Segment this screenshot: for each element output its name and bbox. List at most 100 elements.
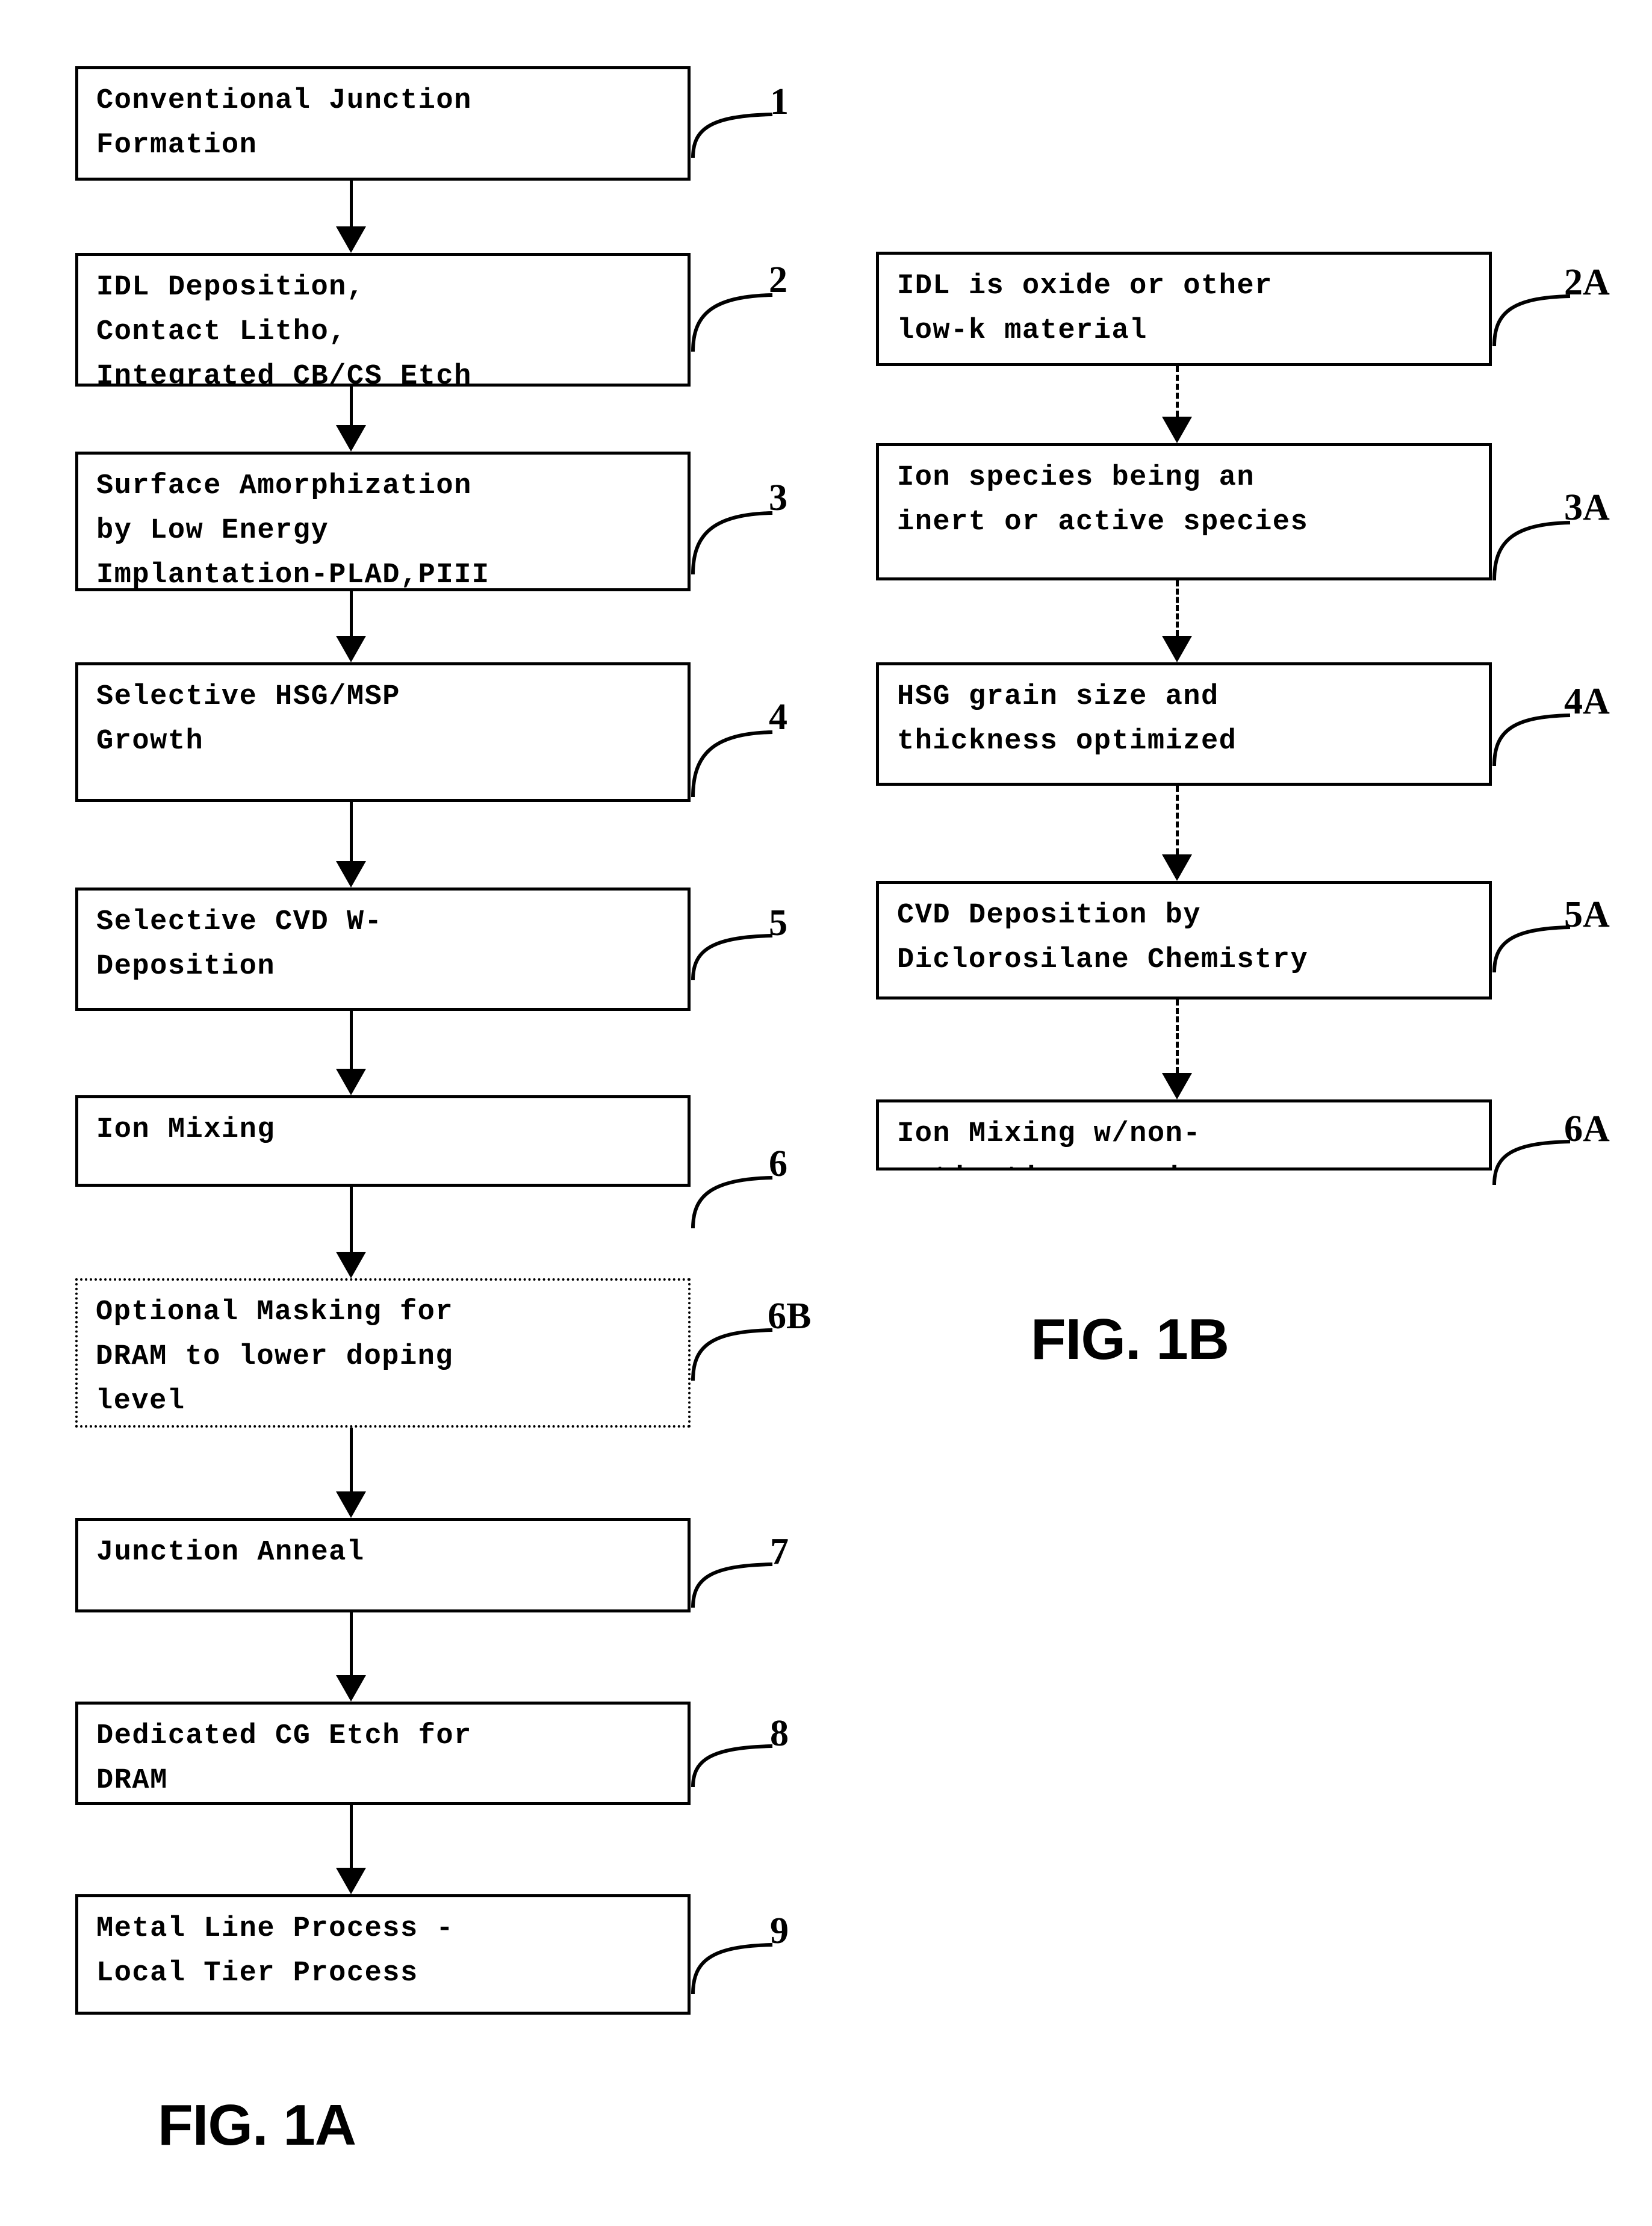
flow-arrow-5a-to-6a	[1162, 1000, 1192, 1099]
arrow-shaft	[350, 1428, 353, 1491]
arrow-shaft	[1176, 786, 1179, 854]
arrow-shaft	[350, 387, 353, 425]
process-step-text-6b: Optional Masking for DRAM to lower dopin…	[96, 1296, 454, 1417]
arrow-head	[336, 1069, 366, 1095]
arrow-shaft	[350, 181, 353, 226]
flow-arrow-4-to-5	[336, 802, 366, 888]
flow-arrow-6-to-6b	[336, 1187, 366, 1278]
reference-numeral-6b: 6B	[768, 1296, 812, 1337]
flow-arrow-8-to-9	[336, 1805, 366, 1894]
reference-leader-9: 9	[691, 1898, 805, 1997]
process-step-text-4: Selective HSG/MSP Growth	[96, 681, 400, 757]
reference-leader-2: 2	[691, 248, 805, 353]
process-step-box-6: Ion Mixing	[75, 1095, 691, 1187]
arrow-head	[336, 636, 366, 662]
reference-numeral-2: 2	[769, 260, 787, 300]
reference-leader-4a: 4A	[1492, 670, 1630, 769]
reference-leader-5: 5	[691, 892, 805, 983]
reference-numeral-1: 1	[770, 81, 789, 122]
reference-numeral-9: 9	[770, 1910, 789, 1951]
reference-numeral-6a: 6A	[1564, 1108, 1610, 1149]
arrow-shaft	[1176, 366, 1179, 417]
arrow-shaft	[350, 802, 353, 861]
process-step-text-9: Metal Line Process - Local Tier Process	[96, 1913, 455, 1989]
detail-step-box-3a: Ion species being an inert or active spe…	[876, 443, 1492, 580]
reference-numeral-3a: 3A	[1564, 487, 1610, 528]
process-step-text-7: Junction Anneal	[96, 1537, 365, 1568]
detail-step-box-6a: Ion Mixing w/non- activating species	[876, 1099, 1492, 1171]
reference-leader-6: 6	[691, 1126, 805, 1234]
process-step-text-1: Conventional Junction Formation	[96, 85, 472, 161]
arrow-head	[1162, 854, 1192, 881]
reference-numeral-7: 7	[770, 1531, 789, 1572]
arrow-head	[336, 861, 366, 888]
detail-step-text-6a: Ion Mixing w/non- activating species	[897, 1118, 1218, 1167]
process-step-box-6b: Optional Masking for DRAM to lower dopin…	[75, 1278, 691, 1428]
flow-arrow-1-to-2	[336, 181, 366, 253]
reference-leader-4: 4	[691, 679, 805, 800]
reference-leader-7: 7	[691, 1522, 805, 1610]
arrow-shaft	[350, 591, 353, 636]
process-step-box-1: Conventional Junction Formation	[75, 66, 691, 181]
process-step-box-4: Selective HSG/MSP Growth	[75, 662, 691, 802]
reference-numeral-4a: 4A	[1564, 681, 1610, 722]
process-step-text-8: Dedicated CG Etch for DRAM	[96, 1720, 472, 1797]
process-step-box-5: Selective CVD W- Deposition	[75, 888, 691, 1011]
arrow-shaft	[350, 1612, 353, 1675]
flow-arrow-2a-to-3a	[1162, 366, 1192, 443]
arrow-shaft	[350, 1187, 353, 1252]
reference-leader-3a: 3A	[1492, 472, 1630, 583]
reference-numeral-8: 8	[770, 1713, 789, 1754]
reference-numeral-6: 6	[769, 1143, 787, 1184]
arrow-head	[336, 425, 366, 452]
arrow-head	[1162, 636, 1192, 662]
reference-leader-3: 3	[691, 462, 805, 577]
reference-leader-2a: 2A	[1492, 253, 1630, 349]
process-step-text-3: Surface Amorphization by Low Energy Impl…	[96, 470, 490, 591]
flow-arrow-5-to-6	[336, 1011, 366, 1095]
detail-step-text-3a: Ion species being an inert or active spe…	[897, 462, 1309, 538]
reference-numeral-2a: 2A	[1564, 262, 1610, 303]
detail-step-text-2a: IDL is oxide or other low-k material	[897, 270, 1273, 347]
arrow-head	[336, 1252, 366, 1278]
flow-arrow-6b-to-7	[336, 1428, 366, 1518]
figure-caption-1b: FIG. 1B	[1031, 1307, 1229, 1372]
arrow-shaft	[350, 1805, 353, 1868]
reference-numeral-3: 3	[769, 477, 787, 518]
reference-leader-8: 8	[691, 1705, 805, 1789]
arrow-head	[336, 1868, 366, 1894]
detail-step-box-4a: HSG grain size and thickness optimized	[876, 662, 1492, 786]
flow-arrow-4a-to-5a	[1162, 786, 1192, 881]
flow-arrow-3-to-4	[336, 591, 366, 662]
reference-numeral-4: 4	[769, 697, 787, 738]
detail-step-box-5a: CVD Deposition by Diclorosilane Chemistr…	[876, 881, 1492, 1000]
arrow-shaft	[1176, 1000, 1179, 1073]
reference-leader-6b: 6B	[691, 1284, 823, 1384]
flow-arrow-7-to-8	[336, 1612, 366, 1702]
arrow-shaft	[350, 1011, 353, 1069]
arrow-head	[1162, 1073, 1192, 1099]
reference-numeral-5a: 5A	[1564, 894, 1610, 935]
process-step-text-5: Selective CVD W- Deposition	[96, 906, 383, 983]
reference-leader-6a: 6A	[1492, 1101, 1630, 1188]
arrow-head	[1162, 417, 1192, 443]
process-step-box-7: Junction Anneal	[75, 1518, 691, 1612]
process-step-text-2: IDL Deposition, Contact Litho, Integrate…	[96, 272, 472, 387]
flow-arrow-2-to-3	[336, 387, 366, 452]
process-step-box-2: IDL Deposition, Contact Litho, Integrate…	[75, 253, 691, 387]
detail-step-text-4a: HSG grain size and thickness optimized	[897, 681, 1237, 757]
detail-step-box-2a: IDL is oxide or other low-k material	[876, 252, 1492, 366]
process-step-text-6: Ion Mixing	[96, 1114, 276, 1146]
arrow-head	[336, 1491, 366, 1518]
process-step-box-9: Metal Line Process - Local Tier Process	[75, 1894, 691, 2015]
figure-caption-1a: FIG. 1A	[158, 2093, 356, 2157]
flow-arrow-3a-to-4a	[1162, 580, 1192, 662]
reference-numeral-5: 5	[769, 903, 787, 944]
reference-leader-5a: 5A	[1492, 885, 1630, 975]
process-step-box-8: Dedicated CG Etch for DRAM	[75, 1702, 691, 1805]
reference-leader-1: 1	[691, 72, 805, 160]
arrow-head	[336, 1675, 366, 1702]
arrow-head	[336, 226, 366, 253]
arrow-shaft	[1176, 580, 1179, 636]
process-step-box-3: Surface Amorphization by Low Energy Impl…	[75, 452, 691, 591]
